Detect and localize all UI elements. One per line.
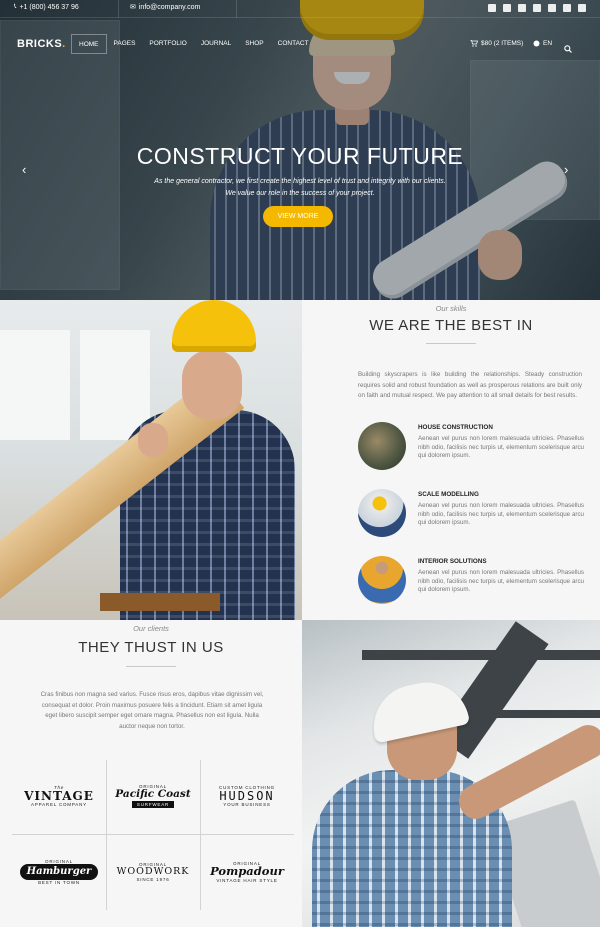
site-logo[interactable]: BRICKS. [17,38,66,50]
email-contact[interactable]: ✉︎ info@company.com [130,3,201,12]
email-address: info@company.com [138,3,201,11]
top-bar: 📞︎ +1 (800) 456 37 96 ✉︎ info@company.co… [0,0,600,18]
worker-hand [138,423,168,457]
hero-title: CONSTRUCT YOUR FUTURE [136,143,464,169]
section-title: WE ARE THE BEST IN [369,317,533,334]
title-underline [426,343,476,344]
section-title: THEY THUST IN US [78,639,224,656]
nav-menu: HOME PAGES PORTFOLIO JOURNAL SHOP CONTAC… [71,34,316,54]
phone-icon: 📞︎ [14,3,17,10]
logo-dot: . [62,38,66,50]
phone-contact[interactable]: 📞︎ +1 (800) 456 37 96 [14,3,79,11]
language-selector[interactable]: EN [533,40,552,47]
social-links [488,4,586,12]
house-construction-image [358,422,406,470]
service-description: Aenean vel purus non lorem malesuada ult… [418,435,584,459]
client-logo-hudson[interactable]: CUSTOM CLOTHING HUDSON YOUR BUSINESS [200,760,294,832]
section-eyebrow: Our skills [435,304,467,313]
service-title: INTERIOR SOLUTIONS [418,558,487,565]
nav-item-home[interactable]: HOME [71,34,107,54]
client-logos-grid: The VINTAGE APPAREL COMPANY ORIGINAL Pac… [12,760,294,910]
logo-bottom-text: SURFWEAR [131,801,175,809]
service-item[interactable]: HOUSE CONSTRUCTION Aenean vel purus non … [358,422,584,472]
nav-item-pages[interactable]: PAGES [107,34,143,54]
worker-head [182,350,242,420]
interior-solutions-image [358,556,406,604]
background-window [0,330,70,440]
flickr-icon[interactable] [563,4,571,12]
hard-hat-icon [172,300,256,352]
ceiling-beam [362,650,600,660]
divider [236,0,237,18]
service-title: HOUSE CONSTRUCTION [418,424,493,431]
scale-modelling-image [358,489,406,537]
client-logo-pompadour[interactable]: ORIGINAL Pompadour VINTAGE HAIR STYLE [200,836,294,908]
logo-bottom-text: SINCE 1976 [136,876,170,882]
instagram-icon[interactable] [533,4,541,12]
search-icon [564,45,572,53]
nav-item-contact[interactable]: CONTACT [271,34,316,54]
foursquare-icon[interactable] [578,4,586,12]
logo-bottom-text: YOUR BUSINESS [223,802,271,807]
client-logo-pacific-coast[interactable]: ORIGINAL Pacific Coast SURFWEAR [106,760,200,832]
mail-icon: ✉︎ [130,4,136,11]
background-window [80,330,150,440]
client-logo-woodwork[interactable]: ORIGINAL WOODWORK SINCE 1976 [106,836,200,908]
tool-belt [100,593,220,611]
dribbble-icon[interactable] [548,4,556,12]
hero-description: As the general contractor, we first crea… [154,178,446,197]
logo-bottom-text: VINTAGE HAIR STYLE [216,877,278,883]
logo-text: BRICKS [17,38,63,50]
client-logo-vintage[interactable]: The VINTAGE APPAREL COMPANY [12,760,106,832]
cart-summary: $80 (2 ITEMS) [481,40,524,47]
clients-description: Cras finibus non magna sed varius. Fusce… [40,691,264,730]
youtube-icon[interactable] [518,4,526,12]
clients-section: Our clients THEY THUST IN US Cras finibu… [0,620,302,927]
skills-description: Building skyscrapers is like building th… [358,371,582,399]
logo-bottom-text: BEST IN TOWN [38,880,80,885]
facebook-icon[interactable] [488,4,496,12]
worker-photo [0,300,302,620]
cart-button[interactable]: $80 (2 ITEMS) [470,40,523,47]
divider [118,0,119,18]
logo-main-text: HUDSON [219,789,275,803]
language-label: EN [543,40,553,47]
twitter-icon[interactable] [503,4,511,12]
skills-section: Our skills WE ARE THE BEST IN Building s… [302,300,600,620]
view-more-button[interactable]: VIEW MORE [263,206,333,227]
search-button[interactable] [564,40,572,58]
section-eyebrow: Our clients [133,624,169,633]
nav-item-journal[interactable]: JOURNAL [194,34,238,54]
title-underline [126,666,176,667]
grid-divider [12,834,294,835]
service-item[interactable]: INTERIOR SOLUTIONS Aenean vel purus non … [358,556,584,606]
logo-main-text: Pompadour [210,864,284,879]
globe-icon [533,40,540,47]
phone-number: +1 (800) 456 37 96 [19,3,79,11]
logo-bottom-text: APPAREL COMPANY [31,802,87,807]
logo-main-text: WOODWORK [116,866,190,878]
service-description: Aenean vel purus non lorem malesuada ult… [418,569,584,593]
main-navigation: BRICKS. HOME PAGES PORTFOLIO JOURNAL SHO… [0,30,600,58]
logo-main-text: VINTAGE [24,789,94,803]
logo-main-text: Hamburger [19,864,99,880]
service-item[interactable]: SCALE MODELLING Aenean vel purus non lor… [358,489,584,539]
logo-main-text: Pacific Coast [115,787,191,800]
client-logo-hamburger[interactable]: ORIGINAL Hamburger BEST IN TOWN [12,836,106,908]
nav-item-shop[interactable]: SHOP [238,34,270,54]
service-description: Aenean vel purus non lorem malesuada ult… [418,502,584,526]
engineer-photo [302,620,600,927]
service-title: SCALE MODELLING [418,491,479,498]
nav-item-portfolio[interactable]: PORTFOLIO [142,34,193,54]
hero-slider: 📞︎ +1 (800) 456 37 96 ✉︎ info@company.co… [0,0,600,300]
cart-icon [470,40,478,47]
